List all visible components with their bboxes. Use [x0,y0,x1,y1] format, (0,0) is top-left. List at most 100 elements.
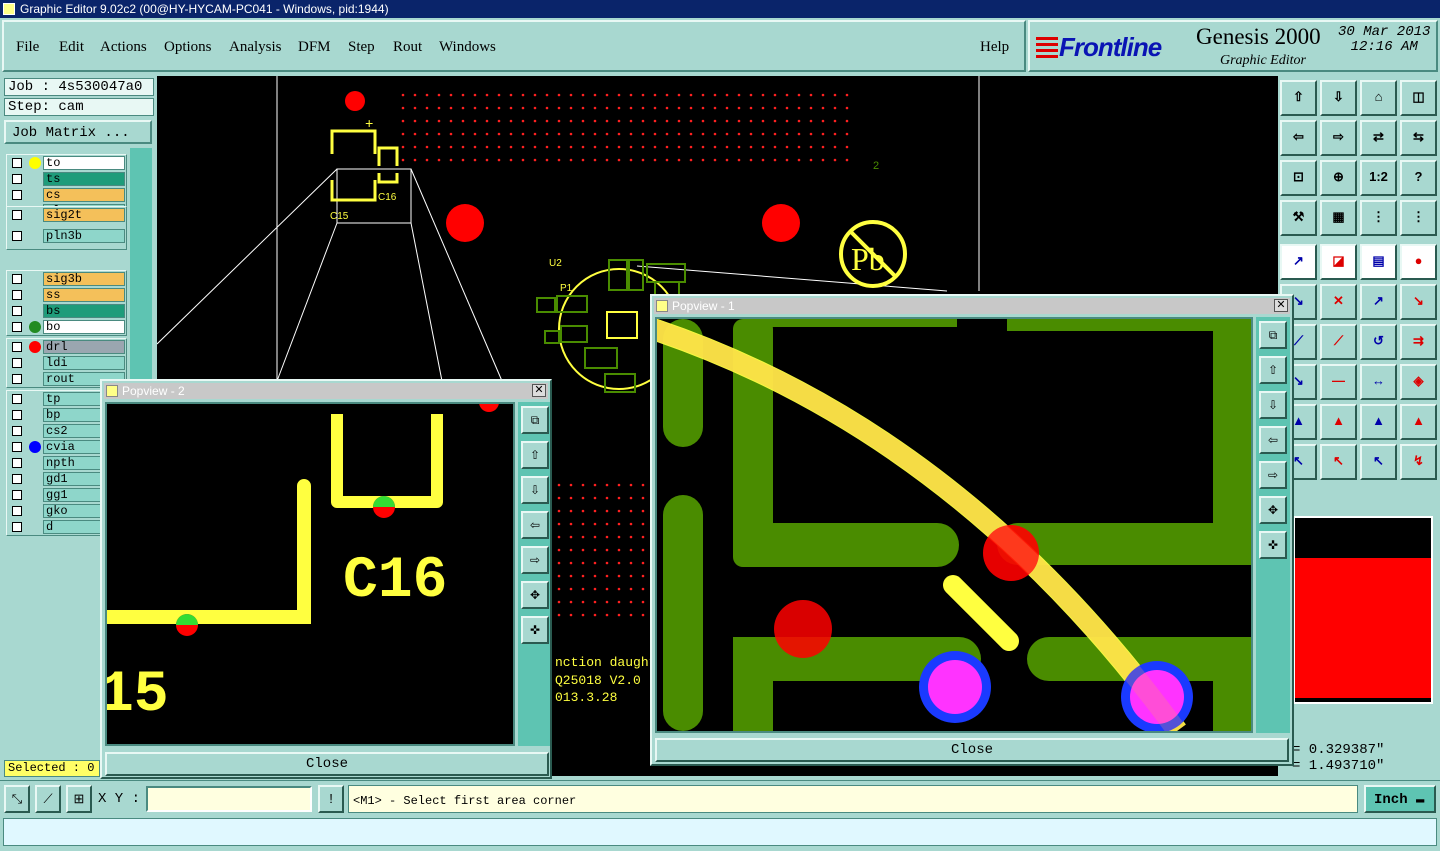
toolbar-button-icon[interactable]: ― [1320,364,1357,400]
layer-checkbox[interactable] [12,342,22,352]
layer-checkbox[interactable] [12,458,22,468]
popview-1-titlebar[interactable]: Popview - 1 ✕ [654,298,1290,314]
popview-tool[interactable]: ✥ [521,581,549,609]
layer-name[interactable]: cs [43,188,125,202]
toolbar-button-icon[interactable]: ⊕ [1320,160,1357,196]
alert-button[interactable]: ! [318,785,344,813]
layer-row-ldi[interactable]: ldi [7,355,126,371]
popview-2-canvas[interactable]: C16 15 [105,402,515,746]
layer-checkbox[interactable] [12,174,22,184]
toolbar-button-icon[interactable]: ● [1400,244,1437,280]
popview-tool[interactable]: ⇨ [1259,461,1287,489]
layer-checkbox[interactable] [12,274,22,284]
layer-name[interactable]: bo [43,320,125,334]
layer-checkbox[interactable] [12,210,22,220]
layer-checkbox[interactable] [12,374,22,384]
layer-checkbox[interactable] [12,442,22,452]
layer-checkbox[interactable] [12,290,22,300]
toolbar-button-icon[interactable]: ↔ [1360,364,1397,400]
layer-row-ts[interactable]: ts [7,171,126,187]
layer-row-cs[interactable]: cs [7,187,126,203]
xy-input[interactable] [146,786,312,812]
layer-row-pln3b[interactable]: pln3b [7,228,126,249]
unit-selector[interactable]: Inch ▬ [1364,785,1436,813]
layer-checkbox[interactable] [12,231,22,241]
layer-name[interactable]: sig3b [43,272,125,286]
toolbar-button-icon[interactable]: 1:2 [1360,160,1397,196]
layer-name[interactable]: drl [43,340,125,354]
menu-actions[interactable]: Actions [100,39,147,56]
menu-windows[interactable]: Windows [439,39,496,56]
layer-row-bo[interactable]: bo [7,319,126,335]
layer-row-sig3b[interactable]: sig3b [7,271,126,287]
toolbar-button-icon[interactable]: ◪ [1320,244,1357,280]
layer-name[interactable]: ts [43,172,125,186]
toolbar-button-icon[interactable]: ⋮ [1360,200,1397,236]
menu-dfm[interactable]: DFM [298,39,331,56]
toolbar-button-icon[interactable]: ⇩ [1320,80,1357,116]
toolbar-button-icon[interactable]: ⇄ [1360,120,1397,156]
layer-checkbox[interactable] [12,506,22,516]
popview-tool[interactable]: ⧉ [521,406,549,434]
popview-tool[interactable]: ✜ [521,616,549,644]
toolbar-button-icon[interactable]: ⇧ [1280,80,1317,116]
toolbar-button-icon[interactable]: ▲ [1360,404,1397,440]
popview-tool[interactable]: ⧉ [1259,321,1287,349]
popview-tool[interactable]: ✥ [1259,496,1287,524]
toolbar-button-icon[interactable]: ⋮ [1400,200,1437,236]
layer-name[interactable]: ss [43,288,125,302]
layer-checkbox[interactable] [12,322,22,332]
toolbar-button-icon[interactable]: ▤ [1360,244,1397,280]
layer-row-bs[interactable]: bs [7,303,126,319]
toolbar-button-icon[interactable]: ⊡ [1280,160,1317,196]
layer-row-to[interactable]: to [7,155,126,171]
close-icon[interactable]: ✕ [1274,299,1288,312]
menu-options[interactable]: Options [164,39,212,56]
toolbar-button-icon[interactable]: ↖ [1320,444,1357,480]
layer-row-sig2t[interactable]: sig2t [7,207,126,228]
toolbar-button-icon[interactable]: ? [1400,160,1437,196]
toolbar-button-icon[interactable]: ⌂ [1360,80,1397,116]
menu-analysis[interactable]: Analysis [229,39,282,56]
popview-tool[interactable]: ⇧ [521,441,549,469]
toolbar-button-icon[interactable]: ⚒ [1280,200,1317,236]
toolbar-button-icon[interactable]: ◈ [1400,364,1437,400]
toolbar-button-icon[interactable]: ⇆ [1400,120,1437,156]
layer-checkbox[interactable] [12,410,22,420]
popview-tool[interactable]: ⇦ [521,511,549,539]
layer-checkbox[interactable] [12,394,22,404]
toolbar-button-icon[interactable]: ↘ [1400,284,1437,320]
popview-1-close-button[interactable]: Close [655,738,1289,762]
layer-name[interactable]: ldi [43,356,125,370]
menu-help[interactable]: Help [980,39,1009,56]
toolbar-button-icon[interactable]: ↺ [1360,324,1397,360]
toolbar-button-icon[interactable]: ⇦ [1280,120,1317,156]
popview-tool[interactable]: ⇦ [1259,426,1287,454]
popview-tool[interactable]: ✜ [1259,531,1287,559]
layer-checkbox[interactable] [12,190,22,200]
toolbar-button-icon[interactable]: ⇨ [1320,120,1357,156]
toolbar-button-icon[interactable]: ▦ [1320,200,1357,236]
measure-icon[interactable]: ⟋ [35,785,61,813]
layer-name[interactable]: to [43,156,125,170]
popview-tool[interactable]: ⇩ [1259,391,1287,419]
zoom-area-icon[interactable]: ⤡ [4,785,30,813]
menu-step[interactable]: Step [348,39,375,56]
layer-name[interactable]: pln3b [43,229,125,243]
popview-tool[interactable]: ⇨ [521,546,549,574]
layer-checkbox[interactable] [12,158,22,168]
toolbar-button-icon[interactable]: ⟋ [1320,324,1357,360]
toolbar-button-icon[interactable]: ↖ [1360,444,1397,480]
layer-name[interactable]: sig2t [43,208,125,222]
layer-name[interactable]: bs [43,304,125,318]
popview-tool[interactable]: ⇩ [521,476,549,504]
layer-row-ss[interactable]: ss [7,287,126,303]
layer-checkbox[interactable] [12,474,22,484]
job-matrix-button[interactable]: Job Matrix ... [4,120,152,144]
menu-file[interactable]: File [16,39,39,56]
toolbar-button-icon[interactable]: ▲ [1400,404,1437,440]
popview-tool[interactable]: ⇧ [1259,356,1287,384]
toolbar-button-icon[interactable]: ↗ [1280,244,1317,280]
toolbar-button-icon[interactable]: ⇉ [1400,324,1437,360]
layer-checkbox[interactable] [12,426,22,436]
